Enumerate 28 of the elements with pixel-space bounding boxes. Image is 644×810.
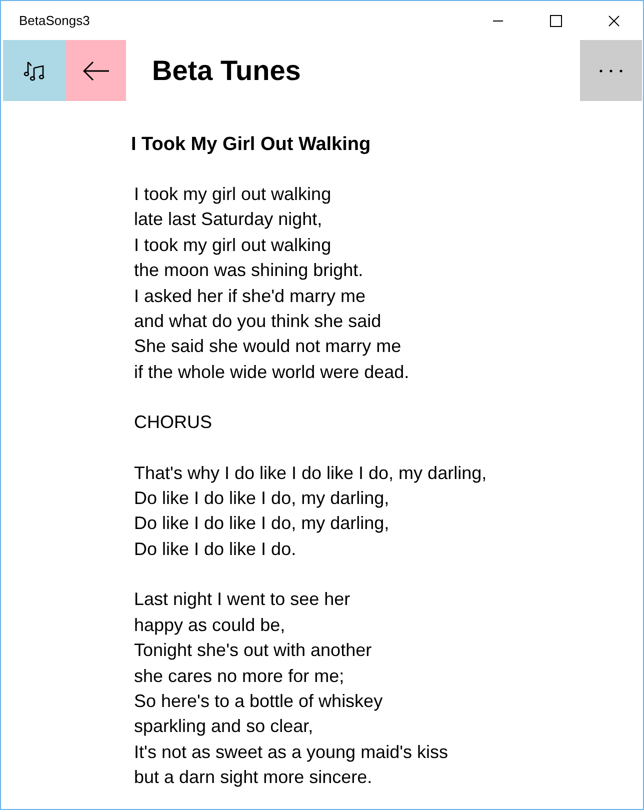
- music-button[interactable]: [3, 40, 66, 101]
- lyric-line: if the whole wide world were dead.: [134, 360, 410, 384]
- lyric-line: CHORUS: [134, 411, 212, 434]
- lyric-line: I took my girl out walking: [134, 183, 332, 206]
- lyric-line: I asked her if she'd marry me: [134, 284, 366, 308]
- song-title: I Took My Girl Out Walking: [131, 133, 372, 157]
- lyric-line: Last night I went to see her: [134, 588, 350, 612]
- lyric-line: the moon was shining bright.: [134, 259, 364, 282]
- lyric-line: I took my girl out walking: [134, 234, 332, 257]
- lyric-line: sparkling and so clear,: [134, 715, 314, 738]
- lyric-line: Tonight she's out with another: [134, 639, 372, 662]
- back-arrow-icon: [83, 60, 109, 80]
- window-title: BetaSongs3: [19, 12, 91, 30]
- lyric-line: Do like I do like I do, my darling,: [134, 512, 390, 536]
- lyric-line: Do like I do like I do, my darling,: [134, 487, 390, 510]
- lyric-line: and what do you think she said: [134, 310, 382, 334]
- lyric-line: She said she would not marry me: [134, 335, 402, 358]
- lyric-line: So here's to a bottle of whiskey: [134, 690, 383, 713]
- page-title: Beta Tunes: [152, 54, 302, 88]
- more-icon: [599, 68, 623, 72]
- lyric-line: late last Saturday night,: [134, 208, 322, 232]
- lyric-line: Do like I do like I do.: [134, 538, 296, 561]
- lyric-line: she cares no more for me;: [134, 664, 344, 688]
- back-button[interactable]: [66, 40, 126, 101]
- lyric-line: but a darn sight more sincere.: [134, 766, 372, 790]
- lyric-line: happy as could be,: [134, 614, 286, 637]
- lyric-line: It's not as sweet as a young maid's kiss: [134, 740, 448, 764]
- lyric-line: That's why I do like I do like I do, my darling,: [134, 462, 487, 485]
